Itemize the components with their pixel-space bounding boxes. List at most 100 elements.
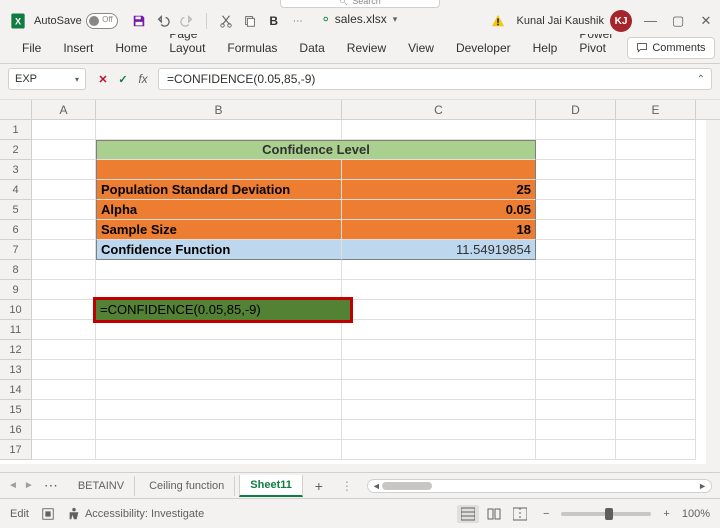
add-sheet-button[interactable]: + <box>307 478 331 494</box>
sheet-list-icon[interactable]: ⋯ <box>44 477 58 494</box>
tab-insert[interactable]: Insert <box>53 35 103 63</box>
zoom-level[interactable]: 100% <box>682 508 710 520</box>
ribbon-tabs: File Insert Home Page Layout Formulas Da… <box>0 34 720 64</box>
cut-icon[interactable] <box>219 14 233 28</box>
autosave-label: AutoSave <box>34 15 82 27</box>
tab-data[interactable]: Data <box>289 35 334 63</box>
row-4[interactable]: 4 <box>0 180 31 200</box>
editing-cell-B10[interactable]: =CONFIDENCE(0.05,85,-9) <box>93 297 353 323</box>
zoom-in-button[interactable]: + <box>663 508 669 520</box>
tab-help[interactable]: Help <box>523 35 568 63</box>
titlebar: X AutoSave Off B ⋯ Search sales.xlsx ▾ K… <box>0 0 720 34</box>
row-headers[interactable]: 1 2 3 4 5 6 7 8 9 10 11 12 13 14 15 16 1… <box>0 120 32 460</box>
sheet-tab-sheet11[interactable]: Sheet11 <box>239 475 303 497</box>
row-16[interactable]: 16 <box>0 420 31 440</box>
col-B[interactable]: B <box>96 100 342 119</box>
normal-view-button[interactable] <box>457 505 479 523</box>
select-all-button[interactable] <box>0 100 32 120</box>
more-icon[interactable]: ⋯ <box>291 14 305 28</box>
val-alpha: 0.05 <box>342 200 536 220</box>
bold-icon[interactable]: B <box>267 14 281 28</box>
formula-bar: EXP ▾ ✕ ✓ fx =CONFIDENCE(0.05,85,-9) ⌃ <box>0 64 720 94</box>
row-13[interactable]: 13 <box>0 360 31 380</box>
page-break-view-button[interactable] <box>509 505 531 523</box>
name-box[interactable]: EXP ▾ <box>8 68 86 90</box>
row-11[interactable]: 11 <box>0 320 31 340</box>
cancel-formula-icon[interactable]: ✕ <box>96 72 110 86</box>
vertical-scrollbar[interactable] <box>706 120 720 464</box>
sheet-tab-betainv[interactable]: BETAINV <box>68 476 135 496</box>
comments-button[interactable]: Comments <box>627 37 714 59</box>
row-8[interactable]: 8 <box>0 260 31 280</box>
formula-input[interactable]: =CONFIDENCE(0.05,85,-9) ⌃ <box>158 68 712 90</box>
row-7[interactable]: 7 <box>0 240 31 260</box>
macro-icon[interactable] <box>41 507 55 521</box>
row-17[interactable]: 17 <box>0 440 31 460</box>
row-9[interactable]: 9 <box>0 280 31 300</box>
sheet-tab-bar: ◄ ► ⋯ BETAINV Ceiling function Sheet11 +… <box>0 472 720 498</box>
status-bar: Edit Accessibility: Investigate − + 100% <box>0 498 720 528</box>
tab-file[interactable]: File <box>12 35 51 63</box>
scroll-right-icon[interactable]: ► <box>698 481 707 491</box>
column-headers[interactable]: A B C D E <box>32 100 720 120</box>
row-12[interactable]: 12 <box>0 340 31 360</box>
tab-home[interactable]: Home <box>105 35 157 63</box>
row-10[interactable]: 10 <box>0 300 31 320</box>
minimize-button[interactable]: — <box>644 13 656 29</box>
row-1[interactable]: 1 <box>0 120 31 140</box>
col-D[interactable]: D <box>536 100 616 119</box>
accessibility-icon <box>67 507 81 521</box>
val-sample: 18 <box>342 220 536 240</box>
row-5[interactable]: 5 <box>0 200 31 220</box>
enter-formula-icon[interactable]: ✓ <box>116 72 130 86</box>
label-confidence: Confidence Function <box>96 240 342 260</box>
save-icon[interactable] <box>132 14 146 28</box>
copy-icon[interactable] <box>243 14 257 28</box>
accessibility-status[interactable]: Accessibility: Investigate <box>67 507 204 521</box>
row-2[interactable]: 2 <box>0 140 31 160</box>
col-E[interactable]: E <box>616 100 696 119</box>
sheet-prev-icon[interactable]: ◄ <box>8 480 18 491</box>
zoom-out-button[interactable]: − <box>543 508 549 520</box>
redo-icon[interactable] <box>180 14 194 28</box>
val-confidence: 11.54919854 <box>342 240 536 260</box>
tab-formulas[interactable]: Formulas <box>217 35 287 63</box>
row-14[interactable]: 14 <box>0 380 31 400</box>
tab-developer[interactable]: Developer <box>446 35 521 63</box>
label-sample: Sample Size <box>96 220 342 240</box>
fx-icon[interactable]: fx <box>136 72 150 86</box>
expand-formula-icon[interactable]: ⌃ <box>697 74 705 85</box>
search-box[interactable]: Search <box>280 0 440 8</box>
horizontal-scrollbar[interactable]: ◄ ► <box>367 479 712 493</box>
page-layout-view-button[interactable] <box>483 505 505 523</box>
search-icon <box>339 0 348 6</box>
close-button[interactable]: ✕ <box>700 13 712 29</box>
avatar: KJ <box>610 10 632 32</box>
tab-view[interactable]: View <box>398 35 444 63</box>
row-3[interactable]: 3 <box>0 160 31 180</box>
filename[interactable]: sales.xlsx ▾ <box>323 12 398 26</box>
chevron-down-icon[interactable]: ▾ <box>75 75 79 84</box>
row-6[interactable]: 6 <box>0 220 31 240</box>
scroll-thumb[interactable] <box>382 482 432 490</box>
val-std-dev: 25 <box>342 180 536 200</box>
row-15[interactable]: 15 <box>0 400 31 420</box>
col-A[interactable]: A <box>32 100 96 119</box>
sheet-next-icon[interactable]: ► <box>24 480 34 491</box>
autosave-toggle[interactable]: Off <box>86 13 118 29</box>
scroll-left-icon[interactable]: ◄ <box>372 481 381 491</box>
warning-icon[interactable] <box>491 14 505 28</box>
svg-text:X: X <box>15 16 22 26</box>
excel-logo: X <box>8 11 28 31</box>
user-account[interactable]: Kunal Jai Kaushik KJ <box>517 10 632 32</box>
status-mode: Edit <box>10 508 29 520</box>
sheet-tab-ceiling[interactable]: Ceiling function <box>139 476 235 496</box>
undo-icon[interactable] <box>156 14 170 28</box>
tab-review[interactable]: Review <box>337 35 396 63</box>
col-C[interactable]: C <box>342 100 536 119</box>
spreadsheet-grid[interactable]: A B C D E 1 2 3 4 5 6 7 8 9 10 11 12 13 … <box>0 100 720 464</box>
zoom-slider[interactable] <box>561 512 651 516</box>
maximize-button[interactable]: ▢ <box>672 13 684 29</box>
chevron-down-icon[interactable]: ▾ <box>393 14 398 25</box>
label-alpha: Alpha <box>96 200 342 220</box>
